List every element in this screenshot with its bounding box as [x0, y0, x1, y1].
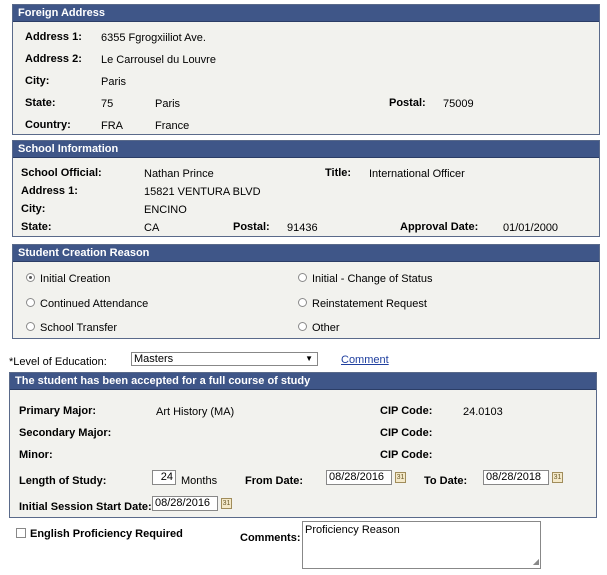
to-date-input[interactable]: 08/28/2018 [483, 470, 549, 485]
creation-reason-panel: Student Creation Reason Initial Creation… [12, 244, 600, 339]
session-start-input[interactable]: 08/28/2016 [152, 496, 218, 511]
radio-selected-icon[interactable] [26, 273, 35, 282]
school-official-label: School Official: [21, 167, 102, 179]
state-label: State: [25, 97, 56, 109]
length-of-study-input[interactable]: 24 [152, 470, 176, 485]
radio-label: Initial - Change of Status [312, 273, 433, 285]
course-of-study-panel: The student has been accepted for a full… [9, 372, 597, 518]
level-of-education-label: *Level of Education: [9, 356, 107, 368]
school-official-value: Nathan Prince [144, 168, 214, 180]
address1-value: 6355 Fgrogxiiliot Ave. [101, 32, 206, 44]
level-of-education-value: Masters [134, 353, 174, 365]
address2-label: Address 2: [25, 53, 82, 65]
radio-icon[interactable] [298, 298, 307, 307]
primary-cip-label: CIP Code: [380, 405, 433, 417]
radio-label: Initial Creation [40, 273, 111, 285]
school-postal-value: 91436 [287, 222, 318, 234]
from-date-input[interactable]: 08/28/2016 [326, 470, 392, 485]
primary-major-label: Primary Major: [19, 405, 97, 417]
minor-cip-label: CIP Code: [380, 449, 433, 461]
comments-label: Comments: [240, 532, 301, 544]
approval-date-value: 01/01/2000 [503, 222, 559, 234]
comments-value: Proficiency Reason [305, 524, 400, 536]
address1-label: Address 1: [25, 31, 82, 43]
school-state-label: State: [21, 221, 52, 233]
foreign-address-header: Foreign Address [13, 5, 599, 22]
official-title-label: Title: [325, 167, 352, 179]
calendar-icon[interactable]: 31 [552, 472, 563, 483]
resize-handle-icon[interactable]: ◢ [533, 555, 539, 568]
school-state-value: CA [144, 222, 160, 234]
english-proficiency-label: English Proficiency Required [30, 528, 183, 540]
school-city-label: City: [21, 203, 46, 215]
english-proficiency-checkbox[interactable] [16, 528, 26, 538]
minor-label: Minor: [19, 449, 53, 461]
city-label: City: [25, 75, 50, 87]
secondary-major-label: Secondary Major: [19, 427, 112, 439]
creation-reason-header: Student Creation Reason [13, 245, 599, 262]
school-info-header: School Information [13, 141, 599, 158]
length-of-study-label: Length of Study: [19, 475, 107, 487]
address2-value: Le Carrousel du Louvre [101, 54, 216, 66]
country-code: FRA [101, 120, 123, 132]
school-city-value: ENCINO [144, 204, 187, 216]
from-date-label: From Date: [245, 475, 304, 487]
level-of-education-select[interactable]: Masters ▼ [131, 352, 318, 366]
calendar-icon[interactable]: 31 [221, 498, 232, 509]
course-of-study-header: The student has been accepted for a full… [10, 373, 596, 390]
primary-cip-value: 24.0103 [463, 406, 503, 418]
radio-icon[interactable] [298, 322, 307, 331]
to-date-label: To Date: [424, 475, 468, 487]
radio-icon[interactable] [26, 322, 35, 331]
school-postal-label: Postal: [233, 221, 270, 233]
months-label: Months [181, 475, 218, 487]
country-label: Country: [25, 119, 71, 131]
foreign-address-panel: Foreign Address Address 1: 6355 Fgrogxii… [12, 4, 600, 135]
postal-value: 75009 [443, 98, 474, 110]
session-start-label: Initial Session Start Date: [19, 501, 152, 513]
official-title-value: International Officer [369, 168, 465, 180]
radio-icon[interactable] [298, 273, 307, 282]
radio-label: Reinstatement Request [312, 298, 427, 310]
primary-major-value: Art History (MA) [156, 406, 235, 418]
school-address1-value: 15821 VENTURA BLVD [144, 186, 261, 198]
comments-textarea[interactable]: Proficiency Reason ◢ [302, 521, 541, 569]
comment-link[interactable]: Comment [341, 354, 389, 366]
approval-date-label: Approval Date: [400, 221, 479, 233]
state-code: 75 [101, 98, 114, 110]
postal-label: Postal: [389, 97, 426, 109]
chevron-down-icon[interactable]: ▼ [305, 353, 313, 365]
calendar-icon[interactable]: 31 [395, 472, 406, 483]
radio-icon[interactable] [26, 298, 35, 307]
school-address1-label: Address 1: [21, 185, 78, 197]
radio-label: School Transfer [40, 322, 118, 334]
secondary-cip-label: CIP Code: [380, 427, 433, 439]
city-value: Paris [101, 76, 127, 88]
school-info-panel: School Information School Official: Nath… [12, 140, 600, 237]
radio-label: Continued Attendance [40, 298, 149, 310]
radio-label: Other [312, 322, 340, 334]
country-name: France [155, 120, 190, 132]
state-name: Paris [155, 98, 181, 110]
